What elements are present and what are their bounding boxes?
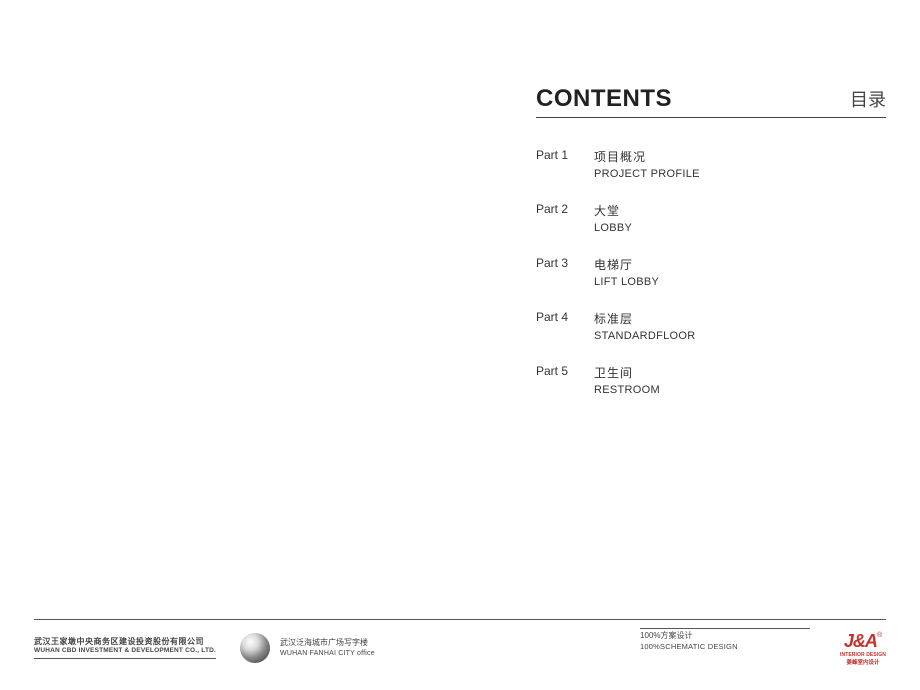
project-name-en: WUHAN FANHAI CITY office	[280, 649, 375, 658]
toc-labels: 标准层 STANDARDFLOOR	[594, 310, 695, 342]
ja-logo-text: J&A	[844, 631, 877, 652]
contents-page: CONTENTS 目录 Part 1 项目概况 PROJECT PROFILE …	[0, 0, 920, 690]
toc-part-label: Part 2	[536, 202, 594, 234]
footer-left: 武汉王家墩中央商务区建设投资股份有限公司 WUHAN CBD INVESTMEN…	[34, 633, 640, 663]
toc-item: Part 4 标准层 STANDARDFLOOR	[536, 310, 886, 342]
toc-label-en: LOBBY	[594, 222, 632, 234]
toc-part-label: Part 1	[536, 148, 594, 180]
toc-label-en: RESTROOM	[594, 384, 660, 396]
schematic-en: 100%SCHEMATIC DESIGN	[640, 642, 810, 652]
toc-part-label: Part 4	[536, 310, 594, 342]
contents-title-zh: 目录	[850, 86, 886, 112]
toc-part-label: Part 3	[536, 256, 594, 288]
toc-item: Part 2 大堂 LOBBY	[536, 202, 886, 234]
footer-right: 100%方案设计 100%SCHEMATIC DESIGN J&A ® INTE…	[640, 631, 886, 666]
toc-item: Part 1 项目概况 PROJECT PROFILE	[536, 148, 886, 180]
toc-labels: 电梯厅 LIFT LOBBY	[594, 256, 659, 288]
toc-label-zh: 大堂	[594, 202, 632, 219]
toc-label-en: STANDARDFLOOR	[594, 330, 695, 342]
toc-label-en: LIFT LOBBY	[594, 276, 659, 288]
toc-label-zh: 卫生间	[594, 364, 660, 381]
toc-labels: 项目概况 PROJECT PROFILE	[594, 148, 700, 180]
company-name-zh: 武汉王家墩中央商务区建设投资股份有限公司	[34, 637, 216, 647]
toc-label-zh: 标准层	[594, 310, 695, 327]
ja-logo-mark-icon: J&A ®	[843, 631, 883, 653]
company-block: 武汉王家墩中央商务区建设投资股份有限公司 WUHAN CBD INVESTMEN…	[34, 637, 216, 659]
toc-item: Part 5 卫生间 RESTROOM	[536, 364, 886, 396]
ja-logo-sub-zh: 姜峰室内设计	[847, 658, 880, 666]
footer: 武汉王家墩中央商务区建设投资股份有限公司 WUHAN CBD INVESTMEN…	[34, 624, 886, 672]
toc-item: Part 3 电梯厅 LIFT LOBBY	[536, 256, 886, 288]
schematic-zh: 100%方案设计	[640, 631, 810, 641]
circle-logo-icon	[240, 633, 270, 663]
project-name-zh: 武汉泛海城市广场写字楼	[280, 638, 375, 648]
toc-label-zh: 项目概况	[594, 148, 700, 165]
schematic-block: 100%方案设计 100%SCHEMATIC DESIGN	[640, 628, 810, 651]
company-name-en: WUHAN CBD INVESTMENT & DEVELOPMENT CO., …	[34, 647, 216, 655]
toc-labels: 大堂 LOBBY	[594, 202, 632, 234]
toc-labels: 卫生间 RESTROOM	[594, 364, 660, 396]
table-of-contents: Part 1 项目概况 PROJECT PROFILE Part 2 大堂 LO…	[536, 148, 886, 418]
contents-title-en: CONTENTS	[536, 85, 672, 113]
project-block: 武汉泛海城市广场写字楼 WUHAN FANHAI CITY office	[280, 638, 375, 657]
ja-logo-registered: ®	[877, 632, 882, 639]
footer-divider	[34, 619, 886, 620]
contents-header: CONTENTS 目录	[536, 85, 886, 118]
toc-label-zh: 电梯厅	[594, 256, 659, 273]
toc-label-en: PROJECT PROFILE	[594, 168, 700, 180]
toc-part-label: Part 5	[536, 364, 594, 396]
ja-logo: J&A ® INTERIOR DESIGN 姜峰室内设计	[840, 631, 886, 666]
